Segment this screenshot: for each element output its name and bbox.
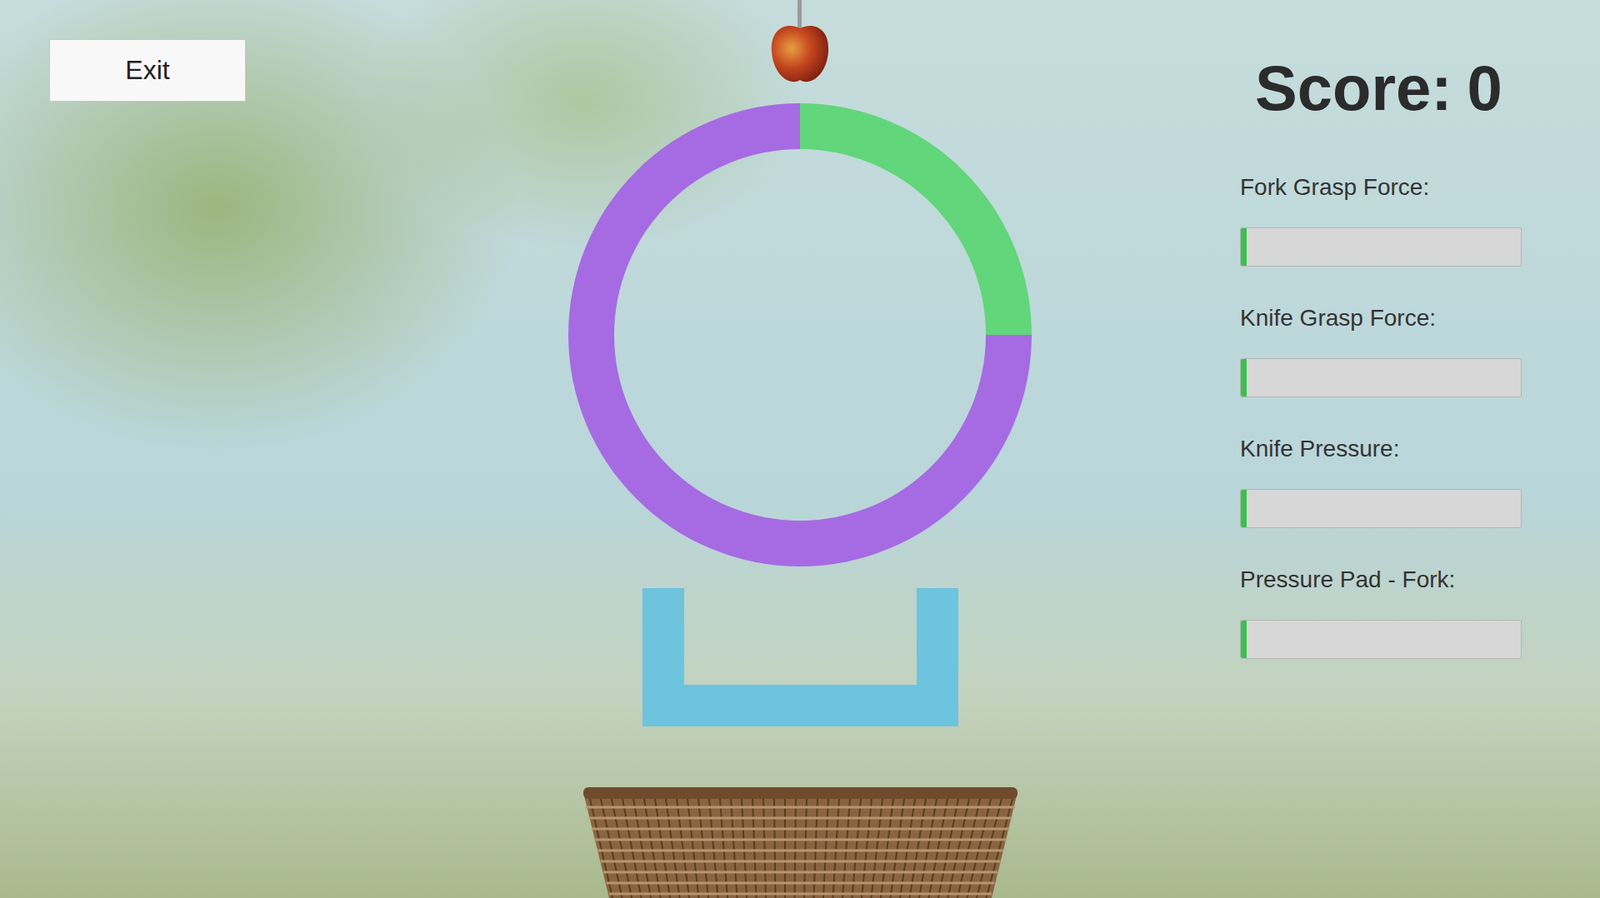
meter-label: Knife Pressure: xyxy=(1240,435,1600,463)
meter-track xyxy=(1240,489,1522,529)
status-panel: Score:0 Fork Grasp Force: Knife Grasp Forc… xyxy=(1066,0,1600,898)
meter: Pressure Pad - Fork: xyxy=(1240,566,1600,660)
meter-label: Pressure Pad - Fork: xyxy=(1240,566,1600,594)
score: Score:0 xyxy=(1240,51,1600,125)
meter-fill xyxy=(1240,359,1247,397)
meter-label: Knife Grasp Force: xyxy=(1240,305,1600,332)
color-ring xyxy=(568,103,1032,567)
exit-button[interactable]: Exit xyxy=(49,39,246,102)
basket-icon xyxy=(583,787,1018,898)
ring-segment xyxy=(568,103,1032,567)
meter-list: Fork Grasp Force: Knife Grasp Force: Knife… xyxy=(1240,174,1600,660)
score-value: 0 xyxy=(1467,51,1503,125)
game-area xyxy=(533,0,1067,898)
catcher-paddle[interactable] xyxy=(642,588,959,727)
meter-label: Fork Grasp Force: xyxy=(1240,174,1600,201)
meter-fill xyxy=(1240,228,1247,266)
apple-icon xyxy=(766,0,834,87)
meter-fill xyxy=(1240,490,1247,528)
meter-track xyxy=(1240,358,1522,398)
left-area: Exit xyxy=(0,0,534,898)
score-label: Score: xyxy=(1255,51,1453,125)
meter: Knife Pressure: xyxy=(1240,435,1600,529)
meter: Knife Grasp Force: xyxy=(1240,305,1600,398)
game-screen: Exit Score:0 Fork Grasp Force: Knife Grasp … xyxy=(0,0,1600,898)
meter: Fork Grasp Force: xyxy=(1240,174,1600,267)
meter-track xyxy=(1240,620,1522,660)
ring-segment xyxy=(800,103,1032,335)
meter-track xyxy=(1240,227,1522,267)
meter-fill xyxy=(1240,620,1247,659)
